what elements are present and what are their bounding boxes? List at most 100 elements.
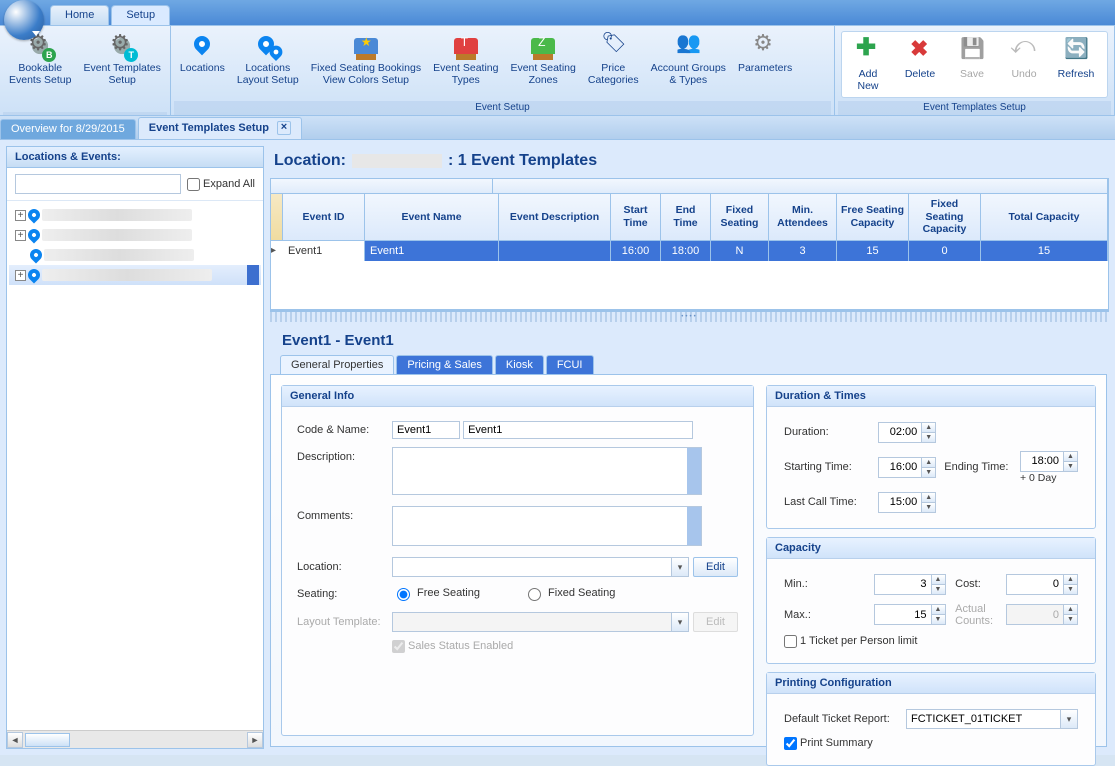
col-event-description[interactable]: Event Description bbox=[499, 193, 611, 241]
print-summary-checkbox[interactable]: Print Summary bbox=[784, 737, 1078, 750]
scroll-left-button[interactable]: ◄ bbox=[7, 732, 23, 748]
col-event-name[interactable]: Event Name bbox=[365, 193, 499, 241]
scroll-right-button[interactable]: ► bbox=[247, 732, 263, 748]
chevron-down-icon[interactable]: ▾ bbox=[1060, 709, 1078, 729]
map-pin-icon bbox=[26, 207, 43, 224]
col-total-capacity[interactable]: Total Capacity bbox=[981, 193, 1108, 241]
ribbon-locations-layout-setup[interactable]: Locations Layout Setup bbox=[231, 28, 305, 101]
tab-pricing-sales[interactable]: Pricing & Sales bbox=[396, 355, 493, 374]
ribbon-bookable-events-setup[interactable]: B Bookable Events Setup bbox=[3, 28, 77, 112]
ribbon-group-label: Event Setup bbox=[174, 101, 831, 115]
ticket-limit-checkbox[interactable]: 1 Ticket per Person limit bbox=[784, 635, 1078, 648]
detail-tabs: General Properties Pricing & Sales Kiosk… bbox=[280, 355, 1109, 374]
ribbon-add-new[interactable]: Add New bbox=[842, 34, 894, 95]
chevron-down-icon: ▾ bbox=[671, 612, 689, 632]
min-capacity-spinner[interactable]: ▲▼ bbox=[874, 574, 946, 595]
free-seating-radio[interactable]: Free Seating bbox=[392, 585, 480, 601]
lastcall-time-spinner[interactable]: ▲▼ bbox=[878, 492, 936, 513]
tree-expander-icon[interactable]: + bbox=[15, 230, 26, 241]
horizontal-splitter[interactable]: •••• bbox=[270, 312, 1109, 322]
ribbon: B Bookable Events Setup T Event Template… bbox=[0, 26, 1115, 116]
tree-item-label[interactable] bbox=[42, 229, 192, 241]
ribbon-refresh[interactable]: Refresh bbox=[1050, 34, 1102, 95]
fixed-seating-radio[interactable]: Fixed Seating bbox=[523, 585, 615, 601]
col-fixed-seating[interactable]: Fixed Seating bbox=[711, 193, 769, 241]
tree-expander-icon[interactable]: + bbox=[15, 210, 26, 221]
locations-tree[interactable]: + + + bbox=[7, 201, 263, 730]
ribbon-close[interactable]: Close bbox=[1102, 34, 1115, 95]
ribbon-seating-types[interactable]: T Event Seating Types bbox=[427, 28, 504, 101]
comments-field[interactable] bbox=[392, 506, 702, 546]
tree-item-label[interactable] bbox=[42, 269, 212, 281]
ribbon-delete[interactable]: Delete bbox=[894, 34, 946, 95]
locations-panel: Locations & Events: Expand All + + + ◄ ► bbox=[6, 146, 264, 749]
tree-item-label[interactable] bbox=[42, 209, 192, 221]
duration-spinner[interactable]: ▲▼ bbox=[878, 422, 936, 443]
sales-status-checkbox: Sales Status Enabled bbox=[392, 640, 738, 653]
worksheet-tab-overview[interactable]: Overview for 8/29/2015 bbox=[0, 119, 136, 139]
ribbon-account-groups[interactable]: Account Groups & Types bbox=[645, 28, 732, 101]
map-pin-icon bbox=[26, 227, 43, 244]
tab-general-properties[interactable]: General Properties bbox=[280, 355, 394, 374]
end-time-spinner[interactable]: ▲▼ bbox=[1020, 451, 1078, 472]
groupbox-capacity: Capacity bbox=[767, 538, 1095, 559]
col-min-attendees[interactable]: Min. Attendees bbox=[769, 193, 837, 241]
name-field[interactable] bbox=[463, 421, 693, 439]
col-free-capacity[interactable]: Free Seating Capacity bbox=[837, 193, 909, 241]
ribbon-parameters[interactable]: Parameters bbox=[732, 28, 798, 101]
grid-header-row: Event ID Event Name Event Description St… bbox=[271, 193, 1108, 241]
location-header: Location: : 1 Event Templates bbox=[270, 146, 1109, 178]
location-search-input[interactable] bbox=[15, 174, 181, 194]
refresh-icon bbox=[1062, 38, 1090, 66]
settings-icon bbox=[751, 32, 779, 60]
col-end-time[interactable]: End Time bbox=[661, 193, 711, 241]
col-event-id[interactable]: Event ID bbox=[283, 193, 365, 241]
tab-home[interactable]: Home bbox=[50, 5, 109, 25]
undo-icon bbox=[1010, 38, 1038, 66]
tab-fcui[interactable]: FCUI bbox=[546, 355, 594, 374]
col-start-time[interactable]: Start Time bbox=[611, 193, 661, 241]
tab-close-icon[interactable]: × bbox=[277, 121, 291, 135]
users-icon bbox=[674, 32, 702, 60]
start-time-spinner[interactable]: ▲▼ bbox=[878, 457, 936, 478]
gear-icon: T bbox=[108, 32, 136, 60]
chevron-down-icon[interactable]: ▾ bbox=[671, 557, 689, 577]
code-field[interactable] bbox=[392, 421, 460, 439]
description-field[interactable] bbox=[392, 447, 702, 495]
tree-item-label[interactable] bbox=[44, 249, 194, 261]
expand-all-checkbox[interactable]: Expand All bbox=[187, 178, 255, 191]
seat-zone-icon: Z bbox=[529, 32, 557, 60]
max-capacity-spinner[interactable]: ▲▼ bbox=[874, 604, 946, 625]
ribbon-group-label: Event Templates Setup bbox=[838, 101, 1111, 115]
edit-location-button[interactable]: Edit bbox=[693, 557, 738, 577]
ticket-report-combo[interactable] bbox=[906, 709, 1060, 729]
groupbox-printing: Printing Configuration bbox=[767, 673, 1095, 694]
groupbox-duration-times: Duration & Times bbox=[767, 386, 1095, 407]
map-pin-icon bbox=[26, 267, 43, 284]
ribbon-price-categories[interactable]: Price Categories bbox=[582, 28, 645, 101]
scroll-thumb[interactable] bbox=[25, 733, 70, 747]
grid-body: Event1 Event1 16:00 18:00 N 3 15 0 15 bbox=[271, 241, 1108, 311]
location-name-redacted bbox=[352, 154, 442, 168]
worksheet-tab-templates[interactable]: Event Templates Setup × bbox=[138, 117, 302, 139]
edit-layout-button: Edit bbox=[693, 612, 738, 632]
tab-kiosk[interactable]: Kiosk bbox=[495, 355, 544, 374]
price-tag-icon bbox=[599, 32, 627, 60]
app-logo[interactable] bbox=[4, 0, 44, 40]
cost-spinner[interactable]: ▲▼ bbox=[1006, 574, 1078, 595]
ribbon-seating-zones[interactable]: Z Event Seating Zones bbox=[504, 28, 581, 101]
ribbon-fixed-seating-colors[interactable]: ★ Fixed Seating Bookings View Colors Set… bbox=[305, 28, 427, 101]
tab-setup[interactable]: Setup bbox=[111, 5, 170, 25]
ribbon-event-templates-setup[interactable]: T Event Templates Setup bbox=[77, 28, 166, 112]
col-fixed-capacity[interactable]: Fixed Seating Capacity bbox=[909, 193, 981, 241]
location-combo[interactable] bbox=[392, 557, 671, 577]
top-menu-bar: Home Setup bbox=[0, 0, 1115, 26]
grid-row[interactable]: Event1 Event1 16:00 18:00 N 3 15 0 15 bbox=[283, 241, 1108, 261]
ribbon-locations[interactable]: Locations bbox=[174, 28, 231, 101]
seat-colors-icon: ★ bbox=[352, 32, 380, 60]
save-icon bbox=[958, 38, 986, 66]
delete-icon bbox=[906, 38, 934, 66]
events-grid: Event ID Event Name Event Description St… bbox=[270, 178, 1109, 312]
tree-expander-icon[interactable]: + bbox=[15, 270, 26, 281]
horizontal-scrollbar[interactable]: ◄ ► bbox=[7, 730, 263, 748]
